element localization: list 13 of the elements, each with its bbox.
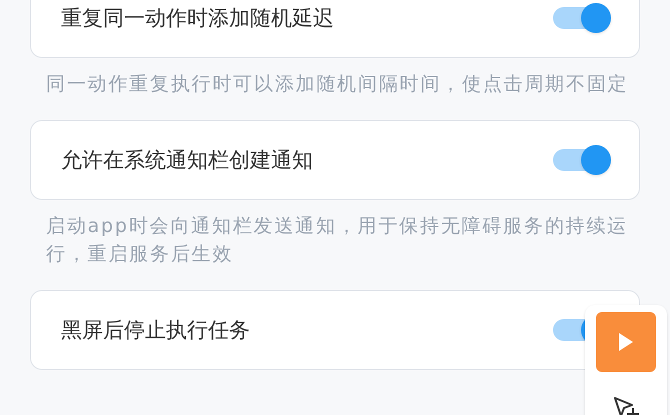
play-icon <box>618 332 634 352</box>
setting-label: 重复同一动作时添加随机延迟 <box>61 7 334 29</box>
cursor-plus-icon[interactable] <box>611 394 641 415</box>
toggle-switch[interactable] <box>553 145 611 175</box>
play-button[interactable] <box>596 312 656 372</box>
toggle-switch[interactable] <box>553 3 611 33</box>
setting-description: 同一动作重复执行时可以添加随机间隔时间，使点击周期不固定 <box>46 72 630 97</box>
setting-label: 允许在系统通知栏创建通知 <box>61 149 313 171</box>
setting-card[interactable]: 允许在系统通知栏创建通知 <box>30 120 640 200</box>
setting-card[interactable]: 黑屏后停止执行任务 <box>30 290 640 370</box>
setting-card[interactable]: 重复同一动作时添加随机延迟 <box>30 0 640 58</box>
setting-description: 启动app时会向通知栏发送通知，用于保持无障碍服务的持续运行，重启服务后生效 <box>46 214 629 267</box>
setting-label: 黑屏后停止执行任务 <box>61 319 250 341</box>
